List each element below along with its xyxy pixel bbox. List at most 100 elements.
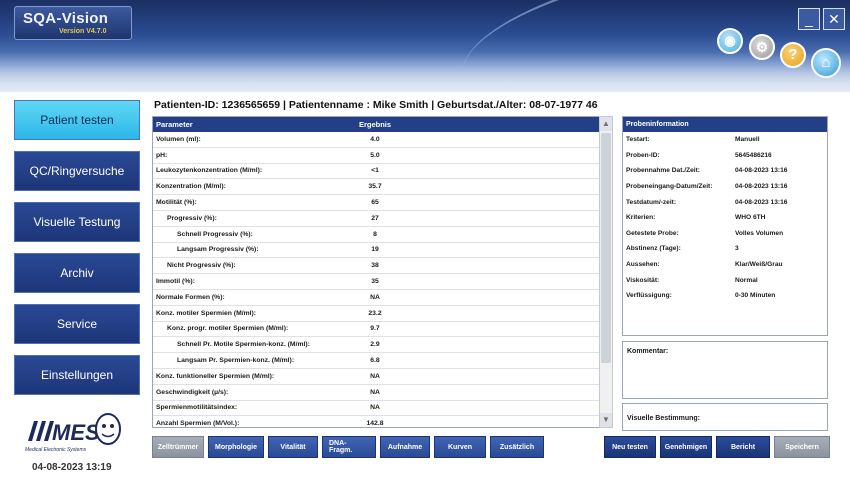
comment-field[interactable]: Kommentar: <box>622 341 828 399</box>
table-row[interactable]: Konz. funktioneller Spermien (M/ml): NA <box>153 369 599 385</box>
row-parameter: Konz. progr. motiler Spermien (M/ml): <box>167 325 289 333</box>
gear-icon[interactable]: ⚙ <box>749 34 775 60</box>
home-icon[interactable]: ⌂ <box>811 48 841 78</box>
row-parameter: Konz. motiler Spermien (M/ml): <box>156 309 257 317</box>
close-button[interactable]: ✕ <box>823 8 845 30</box>
info-row: Viskosität: Normal <box>623 272 827 288</box>
table-row[interactable]: Normale Formen (%): NA <box>153 290 599 306</box>
save-button[interactable]: Speichern <box>774 436 830 458</box>
row-parameter: Nicht Progressiv (%): <box>167 262 236 270</box>
info-value: 0-30 Minuten <box>735 292 776 300</box>
row-value: 23.2 <box>368 309 382 317</box>
visual-assessment-field[interactable]: Visuelle Bestimmung: <box>622 403 828 431</box>
info-value: 04-08-2023 13:16 <box>735 183 788 191</box>
eye-icon[interactable]: ◉ <box>717 28 743 54</box>
table-row[interactable]: Progressiv (%): 27 <box>153 211 599 227</box>
scroll-down-icon[interactable]: ▼ <box>600 413 612 427</box>
app-name: SQA-Vision <box>23 10 109 27</box>
table-row[interactable]: Motilität (%): 65 <box>153 195 599 211</box>
sample-info-panel: Probeninformation Testart: Manuell Proben-… <box>622 116 828 336</box>
column-header-result: Ergebnis <box>358 120 392 129</box>
sidebar-item-patient-testen[interactable]: Patient testen <box>14 100 140 140</box>
tab-vitalitaet[interactable]: Vitalität <box>268 436 318 458</box>
table-row[interactable]: Langsam Pr. Spermien-konz. (M/ml): 6.8 <box>153 353 599 369</box>
analysis-tabs: Zelltrümmer Morphologie Vitalität DNA-Fr… <box>152 436 544 458</box>
sidebar-item-visuelle-testung[interactable]: Visuelle Testung <box>14 202 140 242</box>
table-row[interactable]: Konzentration (M/ml): 35.7 <box>153 179 599 196</box>
sample-info-body: Testart: Manuell Proben-ID: 5645486216 Probe… <box>623 132 827 304</box>
info-key: Probennahme Dat./Zeit: <box>626 167 701 175</box>
row-value: NA <box>370 388 380 396</box>
tab-morphologie[interactable]: Morphologie <box>208 436 264 458</box>
row-value: 2.9 <box>370 341 380 349</box>
tab-dna-fragm[interactable]: DNA-Fragm. <box>322 436 376 458</box>
table-row[interactable]: Langsam Progressiv (%): 19 <box>153 243 599 259</box>
sidebar-item-service[interactable]: Service <box>14 304 140 344</box>
patient-info-line: Patienten-ID: 1236565659 | Patientenname… <box>154 99 598 111</box>
info-value: Volles Volumen <box>735 229 784 237</box>
table-row[interactable]: Schnell Pr. Motile Spermien-konz. (M/ml)… <box>153 337 599 354</box>
column-header-parameter: Parameter <box>156 120 193 129</box>
sidebar-item-qc-ringversuche[interactable]: QC/Ringversuche <box>14 151 140 191</box>
tab-kurven[interactable]: Kurven <box>434 436 486 458</box>
info-value: Manuell <box>735 136 760 144</box>
table-row[interactable]: Anzahl Spermien (M/Vol.): 142.8 <box>153 416 599 428</box>
table-row[interactable]: Immotil (%): 35 <box>153 274 599 290</box>
sidebar-item-archiv[interactable]: Archiv <box>14 253 140 293</box>
scroll-up-icon[interactable]: ▲ <box>600 117 612 131</box>
info-value: 3 <box>735 245 739 253</box>
row-parameter: Progressiv (%): <box>167 214 217 222</box>
info-key: Verflüssigung: <box>626 292 672 300</box>
table-row[interactable]: Konz. progr. motiler Spermien (M/ml): 9.7 <box>153 322 599 338</box>
row-value: 9.7 <box>370 325 380 333</box>
info-key: Probeneingang-Datum/Zeit: <box>626 183 713 191</box>
info-value: WHO 6TH <box>735 214 766 222</box>
table-row[interactable]: Geschwindigkeit (µ/s): NA <box>153 385 599 401</box>
new-test-button[interactable]: Neu testen <box>604 436 656 458</box>
info-row: Probeneingang-Datum/Zeit: 04-08-2023 13:1… <box>623 179 827 195</box>
table-row[interactable]: Nicht Progressiv (%): 38 <box>153 258 599 275</box>
table-row[interactable]: Volumen (ml): 4.0 <box>153 132 599 148</box>
info-row: Abstinenz (Tage): 3 <box>623 241 827 257</box>
tab-zelltruemmer[interactable]: Zelltrümmer <box>152 436 204 458</box>
approve-button[interactable]: Genehmigen <box>660 436 712 458</box>
row-parameter: Volumen (ml): <box>156 135 201 143</box>
sidebar-item-einstellungen[interactable]: Einstellungen <box>14 355 140 395</box>
row-parameter: Schnell Progressiv (%): <box>177 230 253 238</box>
help-icon[interactable]: ? <box>780 42 806 68</box>
row-value: 142.8 <box>366 420 384 428</box>
info-value: Klar/Weiß/Grau <box>735 261 783 269</box>
table-row[interactable]: Konz. motiler Spermien (M/ml): 23.2 <box>153 306 599 322</box>
row-parameter: Konzentration (M/ml): <box>156 183 226 191</box>
info-row: Verflüssigung: 0-30 Minuten <box>623 288 827 304</box>
row-parameter: Immotil (%): <box>156 278 195 286</box>
table-scrollbar[interactable]: ▲ ▼ <box>599 116 613 428</box>
app-header: SQA-Vision Version V4.7.0 _ ✕ ◉ ⚙ ? ⌂ <box>0 0 850 92</box>
table-row[interactable]: Spermienmotilitätsindex: NA <box>153 401 599 417</box>
visual-assessment-label: Visuelle Bestimmung: <box>627 415 701 422</box>
table-row[interactable]: pH: 5.0 <box>153 148 599 164</box>
table-body: Volumen (ml): 4.0 pH: 5.0 Leukozytenkonzentr… <box>153 132 599 428</box>
report-button[interactable]: Bericht <box>716 436 770 458</box>
row-parameter: Leukozytenkonzentration (M/ml): <box>156 167 263 175</box>
tab-zusaetzlich[interactable]: Zusätzlich <box>490 436 544 458</box>
mes-logo-text: MES <box>52 420 100 445</box>
row-value: 65 <box>371 199 379 207</box>
table-row[interactable]: Leukozytenkonzentration (M/ml): <1 <box>153 164 599 180</box>
row-value: NA <box>370 372 380 380</box>
row-value: 4.0 <box>370 135 380 143</box>
info-key: Kriterien: <box>626 214 656 222</box>
table-header: Parameter Ergebnis <box>153 117 599 132</box>
row-parameter: Spermienmotilitätsindex: <box>156 404 238 412</box>
row-value: 38 <box>371 262 379 270</box>
info-key: Getestete Probe: <box>626 229 679 237</box>
info-key: Aussehen: <box>626 261 660 269</box>
row-value: 5.0 <box>370 151 380 159</box>
table-row[interactable]: Schnell Progressiv (%): 8 <box>153 227 599 243</box>
minimize-button[interactable]: _ <box>798 8 820 30</box>
tab-aufnahme[interactable]: Aufnahme <box>380 436 430 458</box>
info-value: 5645486216 <box>735 151 772 159</box>
row-parameter: Konz. funktioneller Spermien (M/ml): <box>156 372 275 380</box>
info-key: Testdatum/-zeit: <box>626 198 677 206</box>
scrollbar-thumb[interactable] <box>601 133 611 363</box>
